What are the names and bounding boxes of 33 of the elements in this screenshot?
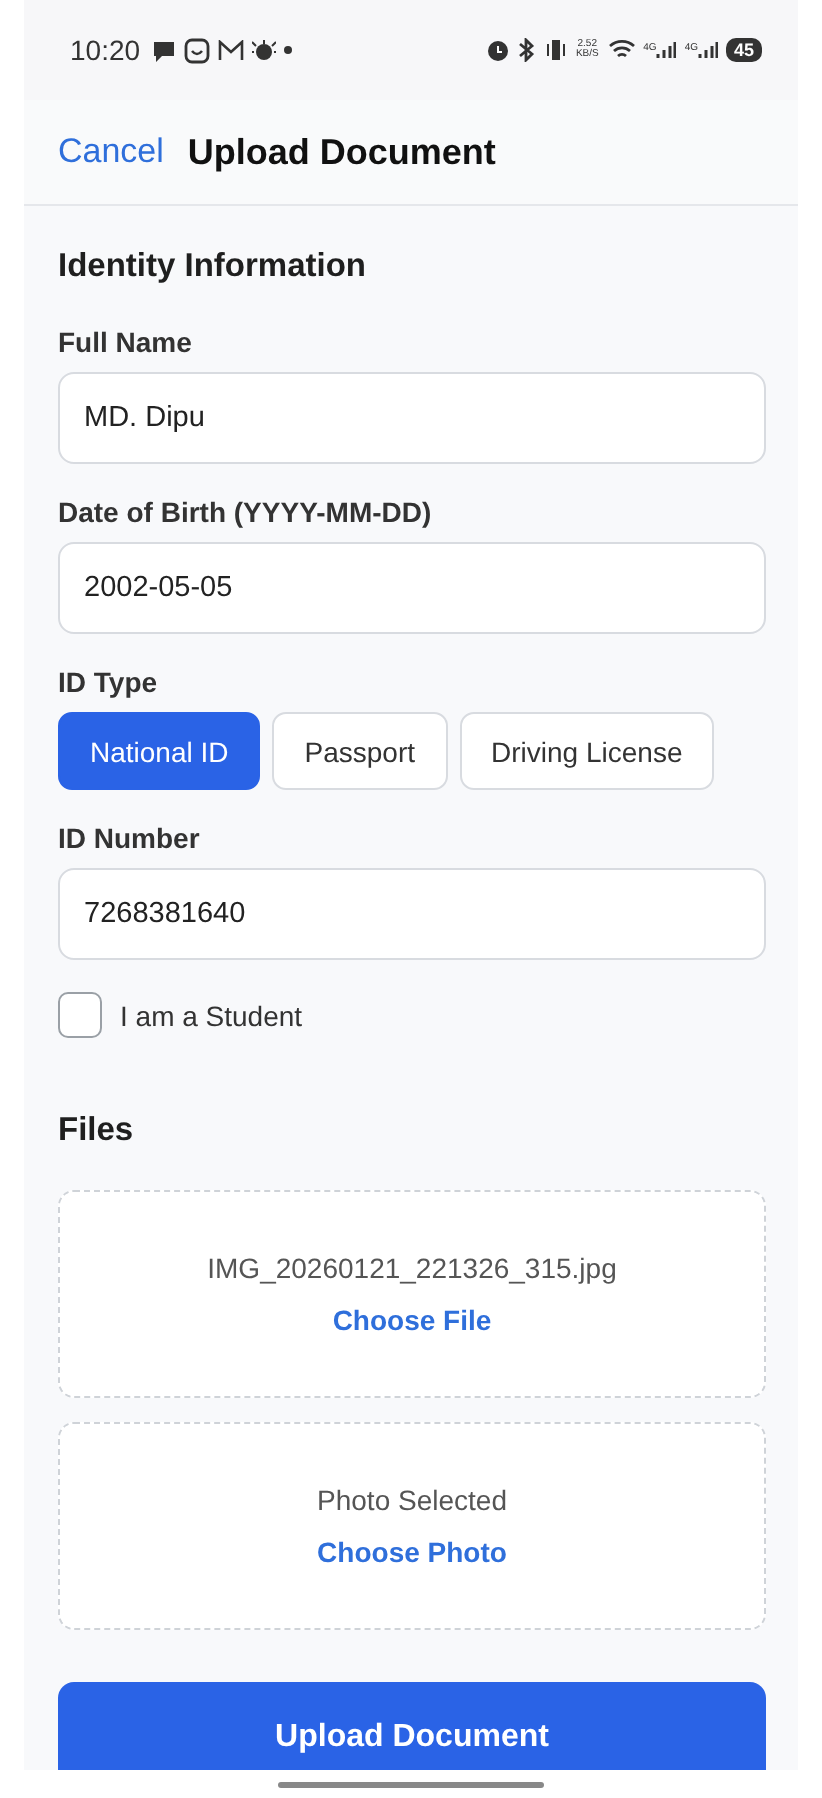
- status-time: 10:20: [70, 34, 141, 66]
- upload-button[interactable]: Upload Document: [58, 1682, 766, 1770]
- file-caption: Photo Selected: [317, 1484, 507, 1516]
- battery-level: 45: [725, 38, 762, 62]
- file-caption: IMG_20260121_221326_315.jpg: [207, 1252, 617, 1284]
- dot-icon: [284, 46, 293, 54]
- smiley-icon: [184, 37, 211, 63]
- id-type-option[interactable]: Driving License: [459, 712, 715, 790]
- field-label: ID Number: [58, 822, 202, 854]
- page-title: Upload Document: [187, 131, 496, 173]
- field-label: Date of Birth (YYYY-MM-DD): [58, 496, 434, 528]
- mail-icon: [218, 39, 245, 61]
- checkbox[interactable]: [58, 992, 102, 1038]
- section-title: Identity Information: [58, 248, 368, 286]
- checkbox-label: I am a Student: [120, 999, 303, 1031]
- id-type-option[interactable]: National ID: [58, 712, 261, 790]
- wifi-icon: [607, 38, 636, 62]
- bluetooth-icon: [517, 38, 536, 62]
- id-type-option[interactable]: Passport: [272, 712, 448, 790]
- field-label: Full Name: [58, 326, 194, 358]
- section-title: Files: [58, 1112, 136, 1150]
- vibrate-icon: [543, 38, 568, 62]
- input-field[interactable]: 7268381640: [58, 868, 766, 960]
- choose-link[interactable]: Choose File: [332, 1304, 492, 1336]
- field-label: ID Type: [58, 666, 160, 698]
- choose-link[interactable]: Choose Photo: [317, 1536, 507, 1568]
- input-field[interactable]: MD. Dipu: [58, 372, 766, 464]
- input-field[interactable]: 2002-05-05: [58, 542, 766, 634]
- chat-icon: [152, 39, 177, 61]
- cancel-button[interactable]: Cancel: [58, 132, 164, 172]
- signal-icon: [656, 42, 677, 58]
- home-indicator[interactable]: [278, 1781, 544, 1787]
- signal-icon: [697, 42, 718, 58]
